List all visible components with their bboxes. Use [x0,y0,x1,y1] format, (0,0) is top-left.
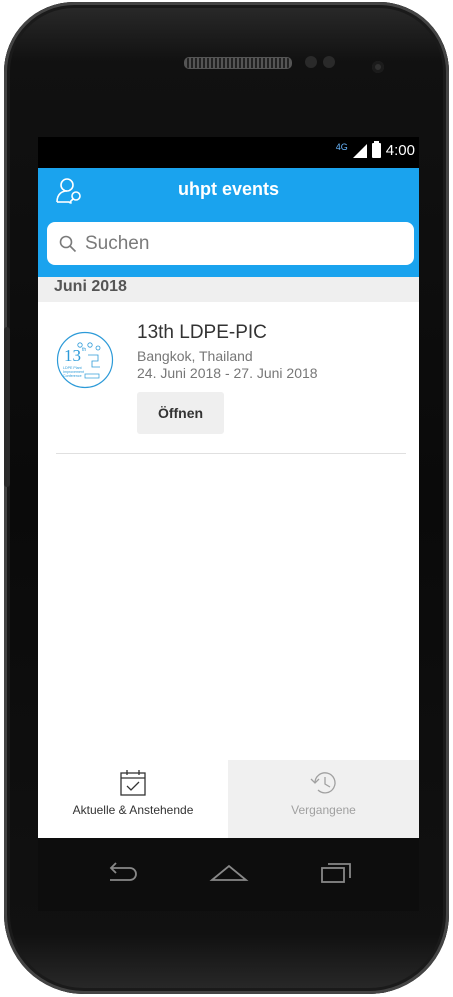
proximity-sensor [305,56,317,68]
event-dates: 24. Juni 2018 - 27. Juni 2018 [137,365,318,381]
tab-bar: Aktuelle & Anstehende Vergangene [38,760,419,838]
system-nav-bar [38,838,419,911]
open-event-button[interactable]: Öffnen [137,392,224,434]
search-icon [59,235,77,252]
status-bar: 4G 4:00 [38,137,419,168]
home-icon[interactable] [209,858,249,888]
search-input[interactable] [83,231,387,256]
event-location: Bangkok, Thailand [137,348,253,364]
logo-suffix: th [82,347,86,353]
search-bar-container [38,212,419,277]
event-logo: 13 th LDPE Plant Improvement Conference [56,331,114,389]
section-header-label: Juni 2018 [54,278,127,295]
logo-number: 13 [64,346,81,365]
battery-icon [371,141,381,158]
network-type: 4G [335,141,348,152]
page-title: uhpt events [177,179,279,199]
app-bar: uhpt events [38,168,419,212]
light-sensor [323,56,335,68]
tab-current-upcoming-label: Aktuelle & Anstehende [72,803,194,817]
event-title: 13th LDPE-PIC [137,322,267,343]
back-icon[interactable] [102,858,142,888]
screen: 4G 4:00 uhpt events Juni 2018 [38,137,419,838]
tab-past-label: Vergangene [291,803,356,817]
recents-icon[interactable] [316,858,356,888]
tab-past[interactable]: Vergangene [228,760,419,838]
list-divider [56,453,406,454]
tab-current-upcoming[interactable]: Aktuelle & Anstehende [38,760,228,838]
signal-icon [352,143,367,158]
status-time: 4:00 [385,142,415,159]
volume-button [4,327,10,487]
history-icon [310,772,336,794]
logo-caption-3: Conference [63,374,82,378]
section-header: Juni 2018 [38,277,419,302]
earpiece-speaker [184,57,292,69]
search-box[interactable] [47,222,414,265]
front-camera [372,61,384,73]
event-card: 13 th LDPE Plant Improvement Conference … [56,302,406,454]
calendar-check-icon [120,770,146,796]
